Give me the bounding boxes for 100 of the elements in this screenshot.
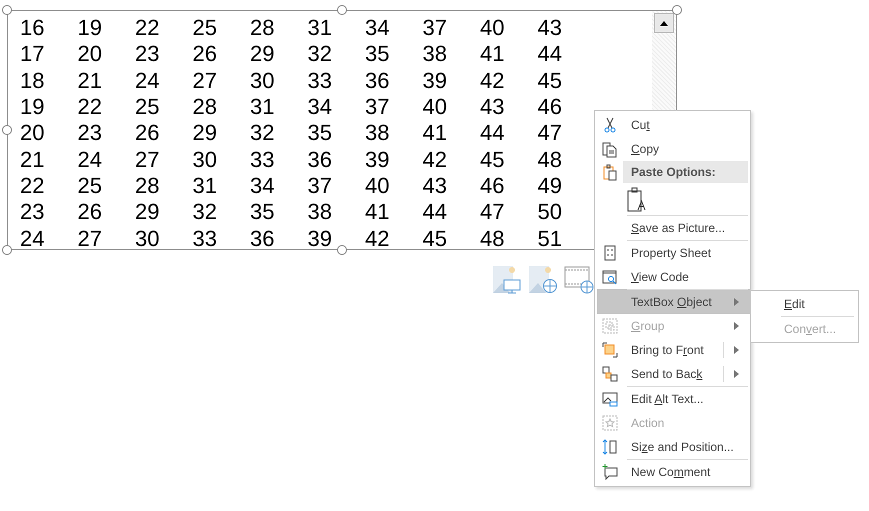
number-text: 28 (250, 17, 276, 40)
number-text: 34 (308, 96, 333, 118)
number-text: 26 (78, 201, 103, 224)
resize-handle[interactable] (2, 245, 12, 255)
alt-text-icon (601, 390, 619, 408)
number-text: 35 (365, 43, 390, 66)
menu-item[interactable]: Bring to Front (597, 338, 750, 362)
scroll-up-button[interactable] (654, 13, 674, 33)
number-text: 31 (192, 174, 218, 197)
number-text: 43 (538, 17, 563, 40)
number-text: 24 (20, 228, 46, 250)
number-text: 29 (135, 201, 160, 224)
number-text: 41 (422, 122, 448, 144)
number-text: 30 (250, 70, 276, 92)
number-text: 37 (308, 174, 333, 197)
number-text: 42 (422, 148, 448, 171)
view-code-icon (601, 268, 619, 286)
number-text: 45 (538, 70, 563, 92)
number-text: 40 (480, 17, 506, 40)
number-text: 39 (422, 70, 448, 92)
number-text: 40 (422, 96, 448, 118)
number-text: 32 (308, 43, 333, 66)
number-text: 36 (250, 228, 276, 250)
number-text: 40 (365, 174, 390, 197)
menu-item[interactable]: Size and Position... (597, 435, 750, 459)
number-text: 41 (365, 201, 390, 224)
number-text: 46 (480, 174, 506, 197)
send-to-back-icon (601, 365, 619, 383)
number-text: 22 (78, 96, 103, 118)
number-text: 51 (538, 228, 563, 250)
number-text: 37 (365, 96, 390, 118)
number-text: 39 (308, 228, 333, 250)
resize-handle[interactable] (337, 245, 347, 255)
number-text: 24 (135, 70, 160, 92)
number-text: 23 (78, 122, 103, 144)
number-text: 25 (78, 174, 103, 197)
number-text: 43 (422, 174, 448, 197)
paste-options-header: Paste Options: (623, 161, 748, 183)
picture-globe-icon[interactable] (528, 264, 558, 294)
number-text: 45 (422, 228, 448, 250)
number-text: 49 (538, 174, 563, 197)
number-text: 41 (480, 43, 506, 66)
number-text: 42 (480, 70, 506, 92)
resize-handle[interactable] (2, 125, 12, 135)
submenu-arrow-icon (734, 298, 740, 306)
menu-item[interactable]: Cut (597, 113, 750, 137)
number-text: 18 (20, 70, 46, 92)
number-text: 31 (250, 96, 276, 118)
number-text: 23 (135, 43, 160, 66)
resize-icon (601, 438, 619, 456)
menu-item[interactable]: Save as Picture... (597, 215, 750, 240)
comment-icon (601, 463, 619, 481)
number-text: 28 (135, 174, 160, 197)
menu-item[interactable]: TextBox Object (597, 289, 750, 314)
bring-to-front-icon (601, 341, 619, 359)
number-text: 44 (422, 201, 448, 224)
up-arrow-icon (660, 20, 668, 26)
menu-item[interactable]: Edit (751, 292, 858, 316)
resize-handle[interactable] (337, 5, 347, 15)
number-text: 19 (20, 96, 46, 118)
number-text: 29 (250, 43, 276, 66)
menu-item[interactable]: Copy (597, 137, 750, 161)
menu-item[interactable]: Edit Alt Text... (597, 386, 750, 411)
number-text: 35 (250, 201, 276, 224)
number-text: 36 (365, 70, 390, 92)
number-text: 29 (192, 122, 218, 144)
number-text: 19 (78, 17, 103, 40)
number-text: 32 (250, 122, 276, 144)
number-text: 26 (192, 43, 218, 66)
number-text: 50 (538, 201, 563, 224)
action-icon (601, 414, 619, 432)
menu-item[interactable]: Send to Back (597, 362, 750, 386)
number-text: 34 (365, 17, 390, 40)
number-text: 38 (422, 43, 448, 66)
number-text: 46 (538, 96, 563, 118)
number-text: 43 (480, 96, 506, 118)
submenu-arrow-icon (734, 370, 740, 378)
group-icon (601, 317, 619, 335)
paste-keep-text-icon[interactable] (627, 187, 647, 213)
resize-handle[interactable] (2, 5, 12, 15)
number-text: 32 (192, 201, 218, 224)
number-text: 22 (20, 174, 46, 197)
menu-item[interactable]: New Comment (597, 459, 750, 484)
number-text: 27 (78, 228, 103, 250)
film-globe-icon[interactable] (564, 264, 594, 294)
number-text: 44 (480, 122, 506, 144)
resize-handle[interactable] (672, 5, 682, 15)
number-text: 25 (135, 96, 160, 118)
submenu-arrow-icon (734, 346, 740, 354)
number-text: 48 (538, 148, 563, 171)
number-text: 35 (308, 122, 333, 144)
number-text: 22 (135, 17, 160, 40)
menu-item[interactable]: View Code (597, 265, 750, 289)
number-text: 21 (20, 148, 46, 171)
number-text: 23 (20, 201, 46, 224)
number-text: 28 (192, 96, 218, 118)
picture-monitor-icon[interactable] (492, 264, 522, 294)
menu-item[interactable]: Property Sheet (597, 240, 750, 265)
number-text: 26 (135, 122, 160, 144)
submenu-arrow-icon (734, 322, 740, 330)
